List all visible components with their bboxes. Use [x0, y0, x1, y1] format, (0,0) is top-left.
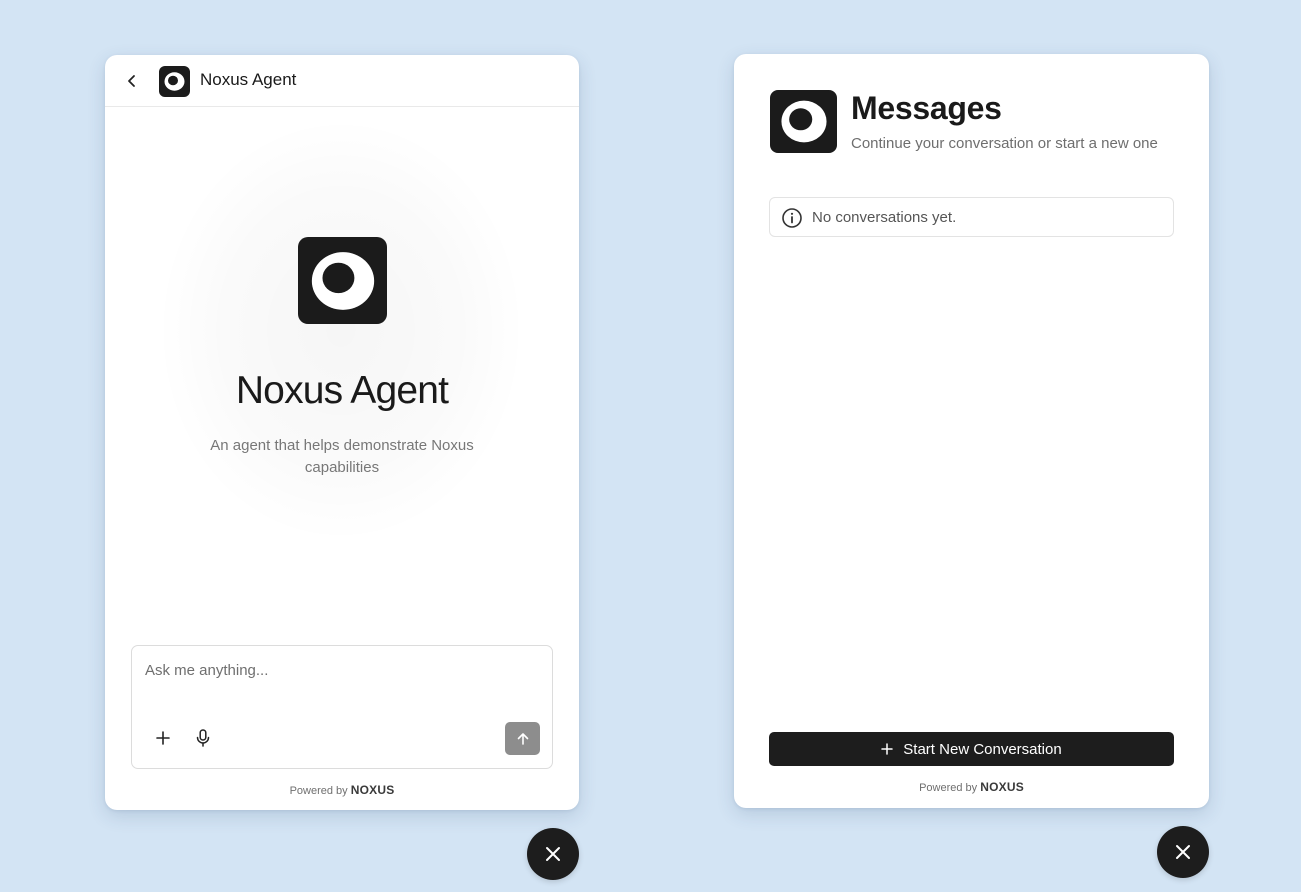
empty-state: No conversations yet.	[769, 197, 1174, 237]
powered-by-brand: NOXUS	[980, 780, 1024, 794]
noxus-logo-icon	[311, 251, 374, 310]
powered-by-prefix: Powered by	[289, 785, 348, 797]
close-messages-button[interactable]	[1157, 826, 1209, 878]
messages-panel: Messages Continue your conversation or s…	[734, 54, 1209, 808]
agent-logo	[159, 66, 190, 97]
send-button[interactable]	[505, 722, 540, 755]
messages-subtitle: Continue your conversation or start a ne…	[851, 135, 1158, 152]
message-input[interactable]	[145, 658, 539, 682]
noxus-logo-icon	[780, 100, 827, 143]
plus-icon	[881, 743, 894, 755]
powered-by-brand: NOXUS	[350, 783, 395, 797]
hero-logo	[298, 237, 387, 324]
arrow-up-icon	[517, 732, 528, 745]
powered-by: Powered by NOXUS	[105, 783, 579, 797]
close-icon	[1176, 845, 1190, 859]
start-new-conversation-button[interactable]: Start New Conversation	[769, 732, 1174, 766]
powered-by-prefix: Powered by	[919, 782, 978, 794]
message-composer	[131, 645, 553, 769]
back-button[interactable]	[121, 69, 143, 93]
noxus-logo-icon	[164, 72, 185, 91]
messages-logo	[770, 90, 837, 153]
attach-button[interactable]	[150, 725, 176, 751]
microphone-button[interactable]	[190, 725, 216, 751]
close-icon	[546, 847, 560, 861]
microphone-icon	[196, 729, 210, 747]
hero-description: An agent that helps demonstrate Noxus ca…	[210, 437, 474, 476]
powered-by: Powered by NOXUS	[734, 780, 1209, 794]
info-icon	[782, 208, 802, 228]
chat-panel: Noxus Agent Noxus Agent An agent that he…	[105, 55, 579, 810]
hero-glow	[155, 115, 527, 545]
plus-icon	[156, 731, 170, 745]
chat-header: Noxus Agent	[105, 55, 579, 107]
messages-title: Messages	[851, 90, 1002, 126]
stage: Noxus Agent Noxus Agent An agent that he…	[0, 0, 1301, 892]
close-chat-button[interactable]	[527, 828, 579, 880]
hero-title: Noxus Agent	[235, 369, 449, 412]
chevron-left-icon	[128, 75, 135, 87]
empty-state-text: No conversations yet.	[812, 209, 957, 226]
start-button-label: Start New Conversation	[903, 740, 1062, 758]
header-title: Noxus Agent	[200, 70, 297, 89]
